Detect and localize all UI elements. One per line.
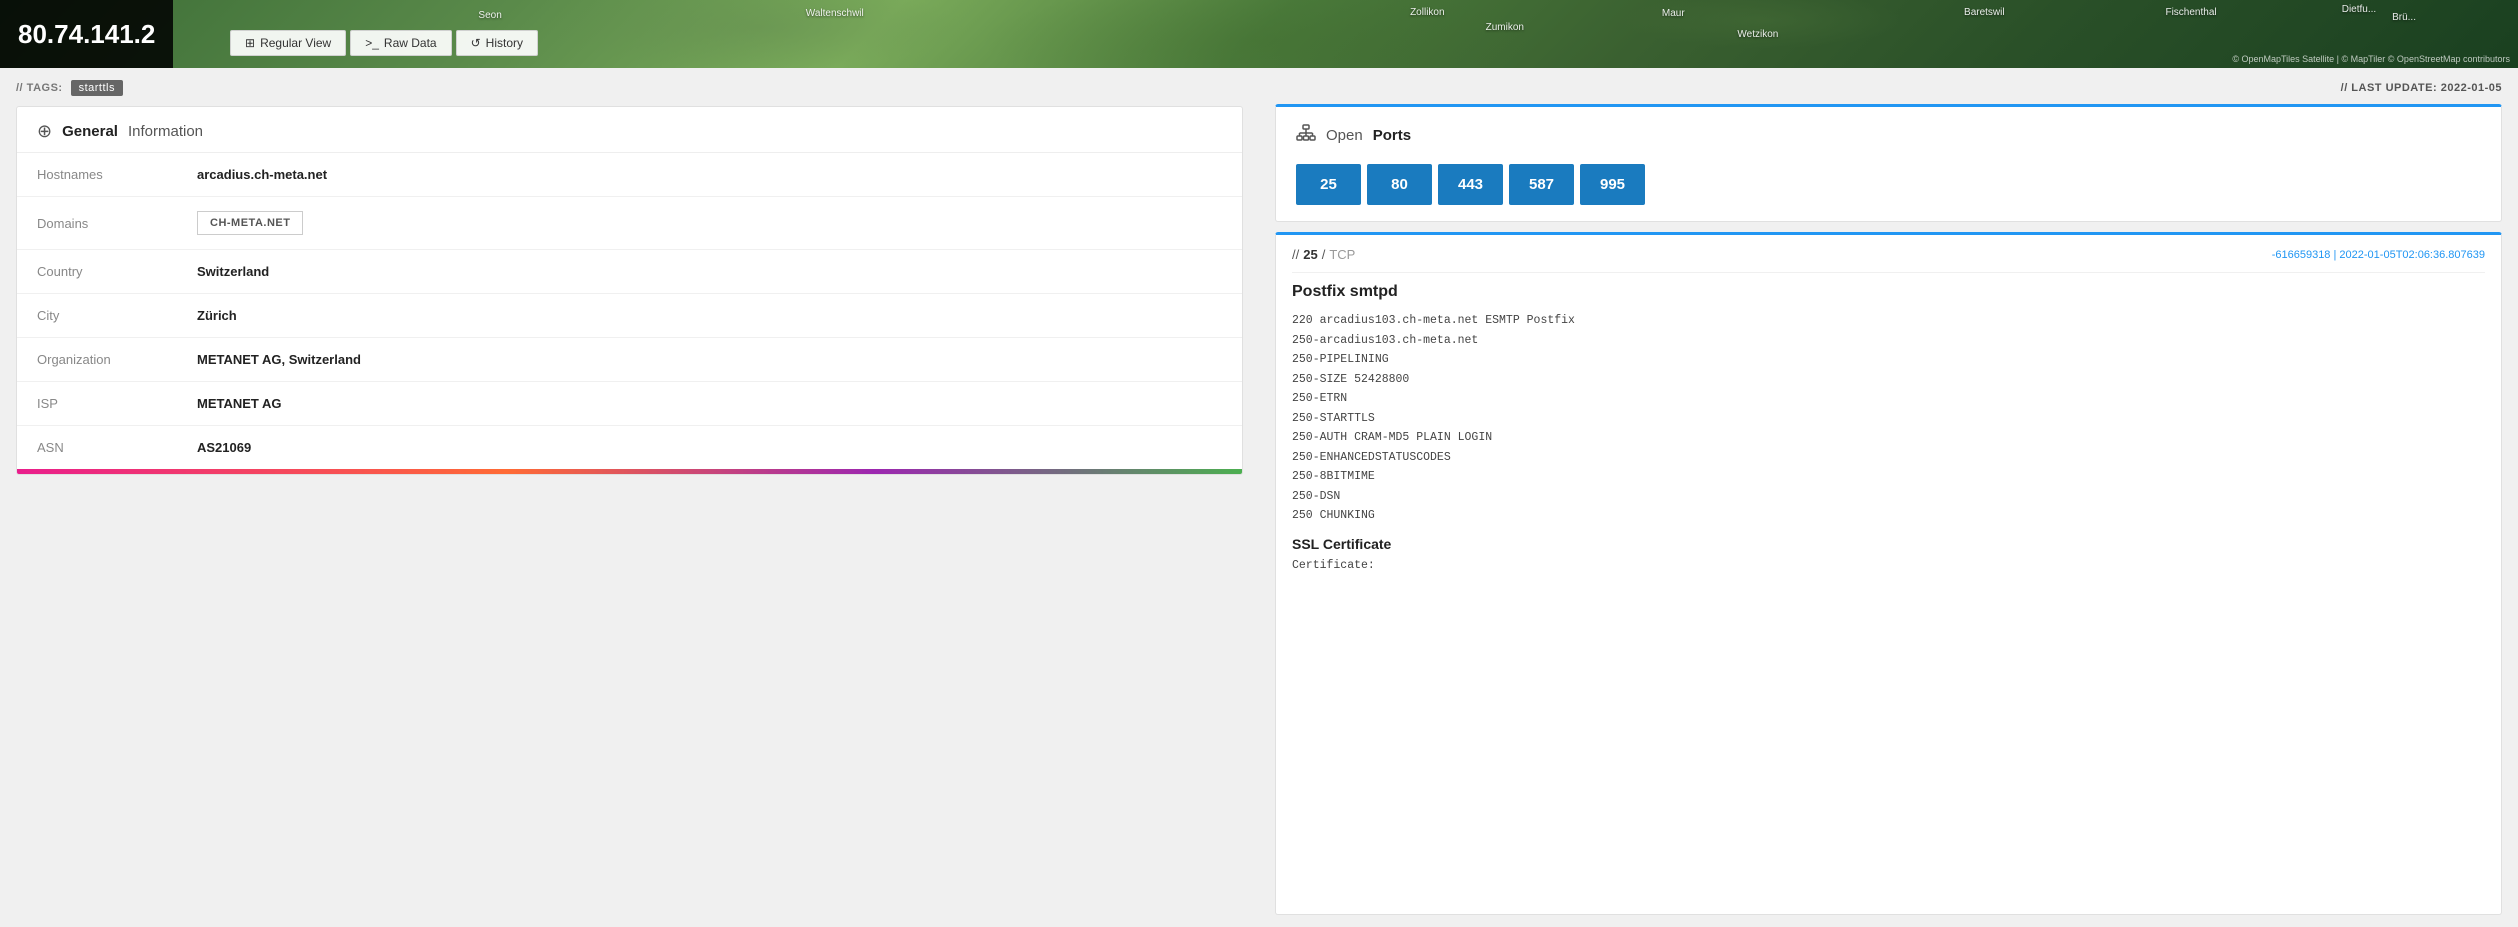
map-label-seon: Seon xyxy=(478,10,501,21)
last-update-bar: // LAST UPDATE: 2022-01-05 xyxy=(1275,80,2502,94)
row-isp: ISP METANET AG xyxy=(17,382,1242,426)
right-panel: // LAST UPDATE: 2022-01-05 xyxy=(1259,68,2518,927)
label-domains: Domains xyxy=(17,197,177,250)
label-city: City xyxy=(17,294,177,338)
map-header: Seon Waltenschwil Zollikon Maur Baretswi… xyxy=(0,0,2518,68)
domain-badge-ch-meta[interactable]: CH-META.NET xyxy=(197,211,303,235)
row-organization: Organization METANET AG, Switzerland xyxy=(17,338,1242,382)
port-buttons-container: 25 80 443 587 995 xyxy=(1296,164,2481,205)
map-label-fischenthal: Fischenthal xyxy=(2165,7,2216,18)
ip-address-title: 80.74.141.2 xyxy=(0,0,173,68)
map-label-dietfu: Dietfu... xyxy=(2342,4,2376,15)
ports-title-open: Open xyxy=(1326,127,1363,144)
tcp-meta-time: 2022-01-05T02:06:36.807639 xyxy=(2339,249,2485,261)
port-btn-443[interactable]: 443 xyxy=(1438,164,1503,205)
value-domains: CH-META.NET xyxy=(177,197,1242,250)
open-ports-card: Open Ports 25 80 443 587 995 xyxy=(1275,104,2502,222)
last-update-prefix: // LAST UPDATE: xyxy=(2341,82,2438,94)
value-isp: METANET AG xyxy=(177,382,1242,426)
value-organization: METANET AG, Switzerland xyxy=(177,338,1242,382)
row-city: City Zürich xyxy=(17,294,1242,338)
label-organization: Organization xyxy=(17,338,177,382)
info-table: Hostnames arcadius.ch-meta.net Domains C… xyxy=(17,153,1242,469)
tcp-separator: / xyxy=(1322,247,1326,262)
map-label-baretswil: Baretswil xyxy=(1964,7,2005,18)
general-info-title-bold: General xyxy=(62,123,118,140)
port-btn-995[interactable]: 995 xyxy=(1580,164,1645,205)
map-label-zumikon: Zumikon xyxy=(1486,22,1524,33)
label-hostnames: Hostnames xyxy=(17,153,177,197)
value-hostnames: arcadius.ch-meta.net xyxy=(177,153,1242,197)
table-icon: ⊞ xyxy=(245,36,255,50)
row-asn: ASN AS21069 xyxy=(17,426,1242,470)
tcp-slash: // xyxy=(1292,247,1299,262)
card-bottom-bar xyxy=(17,469,1242,474)
row-country: Country Switzerland xyxy=(17,250,1242,294)
general-info-card: ⊕ General Information Hostnames arcadius… xyxy=(16,106,1243,475)
port-btn-25[interactable]: 25 xyxy=(1296,164,1361,205)
network-icon xyxy=(1296,123,1316,148)
nav-tabs-bar: ⊞ Regular View >_ Raw Data ↺ History xyxy=(230,30,538,56)
label-isp: ISP xyxy=(17,382,177,426)
tab-raw-data[interactable]: >_ Raw Data xyxy=(350,30,451,56)
map-label-zollikon: Zollikon xyxy=(1410,7,1444,18)
row-domains: Domains CH-META.NET xyxy=(17,197,1242,250)
tags-bar: // TAGS: starttls xyxy=(16,80,1243,96)
map-label-maur: Maur xyxy=(1662,8,1685,19)
row-hostnames: Hostnames arcadius.ch-meta.net xyxy=(17,153,1242,197)
main-content: // TAGS: starttls ⊕ General Information … xyxy=(0,68,2518,927)
port-btn-80[interactable]: 80 xyxy=(1367,164,1432,205)
tab-history-label: History xyxy=(486,36,523,50)
general-info-title-light: Information xyxy=(128,123,203,140)
ssl-title: SSL Certificate xyxy=(1292,536,2485,552)
port-btn-587[interactable]: 587 xyxy=(1509,164,1574,205)
tags-prefix: // TAGS: xyxy=(16,82,63,94)
tcp-header: // 25 / TCP -616659318 | 2022-01-05T02:0… xyxy=(1292,247,2485,273)
history-icon: ↺ xyxy=(471,36,481,50)
label-country: Country xyxy=(17,250,177,294)
tcp-protocol-label: TCP xyxy=(1329,247,1355,262)
ports-title-ports: Ports xyxy=(1373,127,1411,144)
tcp-section: // 25 / TCP -616659318 | 2022-01-05T02:0… xyxy=(1275,232,2502,915)
ip-address-text: 80.74.141.2 xyxy=(18,19,155,50)
left-panel: // TAGS: starttls ⊕ General Information … xyxy=(0,68,1259,927)
label-asn: ASN xyxy=(17,426,177,470)
map-label-bru: Brü... xyxy=(2392,12,2416,23)
tcp-meta: -616659318 | 2022-01-05T02:06:36.807639 xyxy=(2272,249,2485,261)
general-info-header: ⊕ General Information xyxy=(17,107,1242,153)
value-country: Switzerland xyxy=(177,250,1242,294)
terminal-icon: >_ xyxy=(365,36,379,50)
service-title: Postfix smtpd xyxy=(1292,283,2485,301)
globe-icon: ⊕ xyxy=(37,121,52,142)
tab-regular-view-label: Regular View xyxy=(260,36,331,50)
value-asn: AS21069 xyxy=(177,426,1242,470)
ports-header: Open Ports xyxy=(1296,123,2481,148)
service-data: 220 arcadius103.ch-meta.net ESMTP Postfi… xyxy=(1292,311,2485,526)
map-copyright: © OpenMapTiles Satellite | © MapTiler © … xyxy=(2232,54,2510,64)
tcp-title: // 25 / TCP xyxy=(1292,247,1355,262)
tab-history[interactable]: ↺ History xyxy=(456,30,538,56)
tcp-meta-id: -616659318 xyxy=(2272,249,2331,261)
tab-regular-view[interactable]: ⊞ Regular View xyxy=(230,30,346,56)
value-city: Zürich xyxy=(177,294,1242,338)
map-label-wetzikon: Wetzikon xyxy=(1737,29,1778,40)
last-update-value: 2022-01-05 xyxy=(2441,82,2502,94)
map-label-waltenschwil: Waltenschwil xyxy=(806,8,864,19)
tag-starttls[interactable]: starttls xyxy=(71,80,123,96)
tcp-port-num: 25 xyxy=(1303,247,1317,262)
tab-raw-data-label: Raw Data xyxy=(384,36,437,50)
ssl-data: Certificate: xyxy=(1292,556,2485,576)
